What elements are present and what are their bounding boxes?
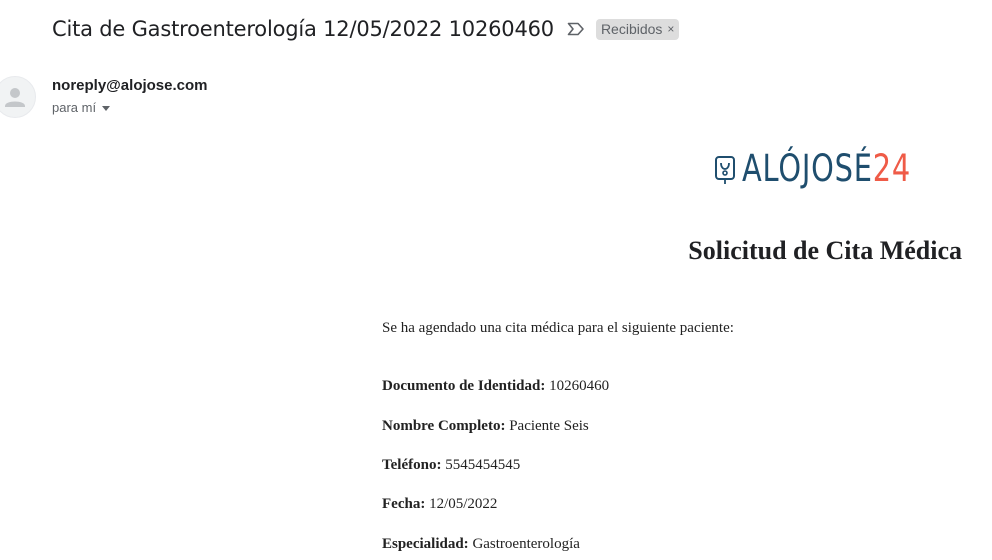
field-label: Documento de Identidad: <box>382 378 546 394</box>
recipient-row: para mí <box>52 100 111 115</box>
field-date: Fecha: 12/05/2022 <box>382 496 497 513</box>
label-chip-text: Recibidos <box>600 20 663 37</box>
field-value: Paciente Seis <box>509 418 589 434</box>
field-label: Nombre Completo: <box>382 418 506 434</box>
body-intro: Se ha agendado una cita médica para el s… <box>382 320 734 336</box>
brand-number: 24 <box>872 147 912 190</box>
body-title: Solicitud de Cita Médica <box>688 236 962 265</box>
field-value: 10260460 <box>549 378 610 394</box>
important-marker-icon[interactable] <box>566 21 586 37</box>
sender-email[interactable]: noreply@alojose.com <box>52 77 208 94</box>
person-avatar-icon <box>0 76 36 118</box>
field-value: Gastroenterología <box>472 536 580 552</box>
field-full-name: Nombre Completo: Paciente Seis <box>382 418 589 435</box>
email-subject: Cita de Gastroenterología 12/05/2022 102… <box>52 17 554 41</box>
label-chip-inbox[interactable]: Recibidos × <box>595 18 680 40</box>
brand-logo: ALÓJOSÉ24 <box>712 146 959 192</box>
field-label: Especialidad: <box>382 536 469 552</box>
brand-name: ALÓJOSÉ <box>742 147 873 190</box>
subject-row: Cita de Gastroenterología 12/05/2022 102… <box>52 12 680 46</box>
field-value: 5545454545 <box>445 457 521 473</box>
caret-down-icon[interactable] <box>102 106 111 111</box>
remove-label-icon[interactable]: × <box>667 22 674 36</box>
field-label: Fecha: <box>382 496 426 512</box>
email-view: Cita de Gastroenterología 12/05/2022 102… <box>0 0 992 560</box>
brand-wordmark: ALÓJOSÉ24 <box>742 146 911 192</box>
field-document-id: Documento de Identidad: 10260460 <box>382 378 609 395</box>
field-specialty: Especialidad: Gastroenterología <box>382 536 580 553</box>
field-label: Teléfono: <box>382 457 442 473</box>
field-phone: Teléfono: 5545454545 <box>382 457 520 474</box>
stethoscope-phone-icon <box>712 151 738 187</box>
field-value: 12/05/2022 <box>429 496 498 512</box>
recipient-text: para mí <box>52 100 97 115</box>
